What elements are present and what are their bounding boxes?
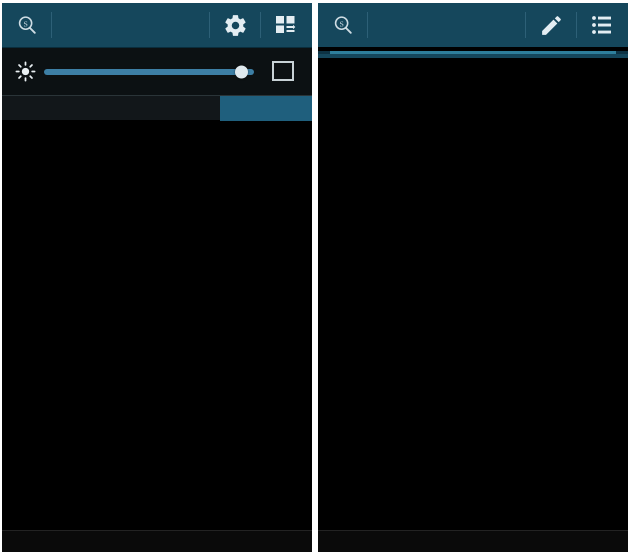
- status-divider-2: [525, 12, 526, 38]
- auto-brightness-checkbox[interactable]: [262, 61, 304, 82]
- status-divider-2: [209, 12, 210, 38]
- clear-button[interactable]: [220, 95, 312, 121]
- left-status-actions: [202, 7, 304, 43]
- right-phone-screen: S: [318, 3, 628, 552]
- edit-pencil-icon[interactable]: [533, 7, 569, 43]
- brightness-control: [2, 47, 312, 95]
- right-status-actions: [518, 7, 620, 43]
- slider-knob[interactable]: [235, 65, 248, 78]
- search-icon[interactable]: S: [326, 8, 360, 42]
- checkbox-box[interactable]: [272, 61, 294, 81]
- status-divider-3: [576, 12, 577, 38]
- svg-text:S: S: [339, 19, 343, 28]
- right-status-bar: S: [318, 3, 628, 47]
- svg-text:S: S: [23, 19, 27, 28]
- left-phone-screen: S: [2, 3, 312, 552]
- list-view-icon[interactable]: [584, 7, 620, 43]
- notifications-header: [2, 95, 312, 121]
- status-divider: [367, 12, 368, 38]
- dual-screenshot-container: S S: [0, 0, 628, 555]
- toggle-scroll-indicator[interactable]: [318, 51, 628, 54]
- right-bottom-bar: [318, 530, 628, 552]
- right-quick-toggles-grid: [318, 51, 628, 58]
- brightness-sun-icon: [10, 61, 40, 82]
- status-divider: [51, 12, 52, 38]
- quick-settings-grid-icon[interactable]: [268, 7, 304, 43]
- search-icon[interactable]: S: [10, 8, 44, 42]
- left-status-bar: S: [2, 3, 312, 47]
- gear-icon[interactable]: [217, 7, 253, 43]
- status-divider-3: [260, 12, 261, 38]
- brightness-slider[interactable]: [44, 61, 254, 83]
- slider-track: [44, 68, 254, 75]
- empty-space: [318, 58, 628, 118]
- left-bottom-bar: [2, 530, 312, 552]
- empty-notification-space: [2, 120, 312, 330]
